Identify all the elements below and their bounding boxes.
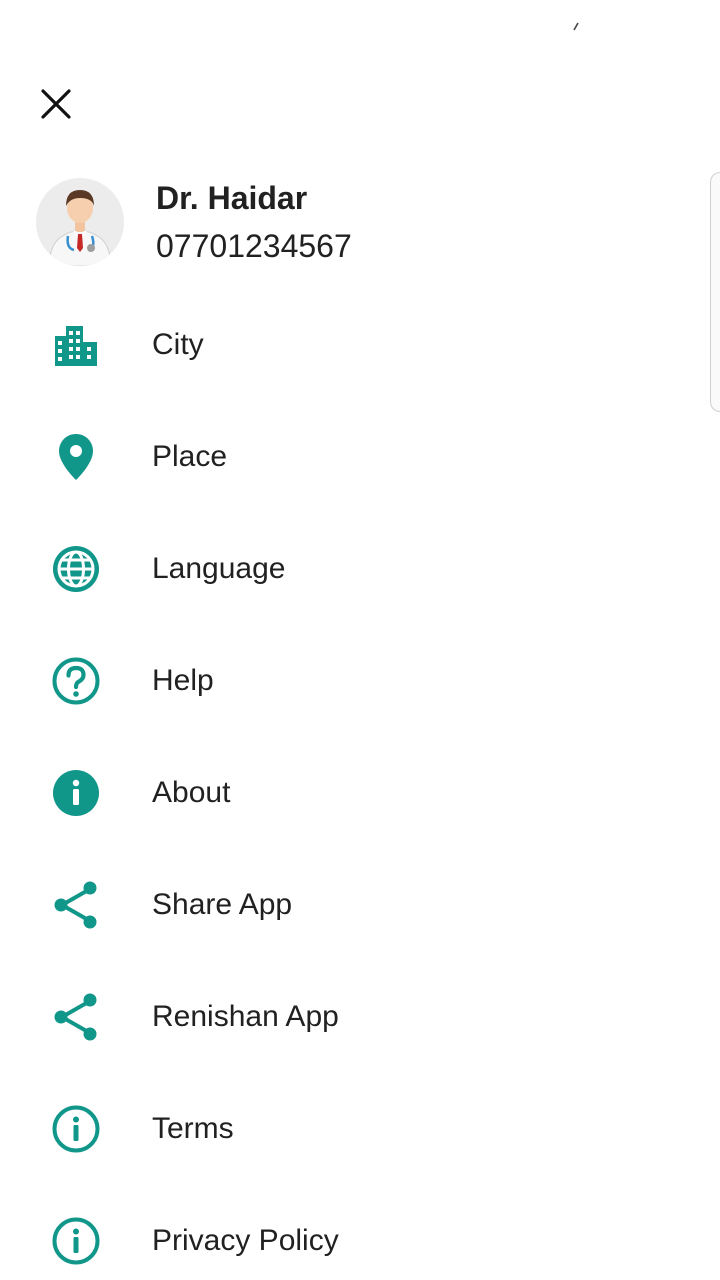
menu-item-renishan-app[interactable]: Renishan App bbox=[0, 961, 700, 1073]
close-icon bbox=[41, 89, 71, 119]
share-icon bbox=[50, 991, 102, 1043]
globe-icon bbox=[50, 543, 102, 595]
avatar bbox=[36, 178, 124, 266]
menu-item-share-app[interactable]: Share App bbox=[0, 849, 700, 961]
share-icon bbox=[50, 879, 102, 931]
navigation-drawer: Dr. Haidar 07701234567 City Place Langua… bbox=[0, 0, 720, 1280]
menu-label: Share App bbox=[152, 888, 293, 921]
menu-label: Privacy Policy bbox=[152, 1224, 339, 1257]
menu-label: City bbox=[152, 328, 204, 361]
menu-item-help[interactable]: Help bbox=[0, 625, 700, 737]
info-outline-icon bbox=[50, 1215, 102, 1267]
menu-label: Place bbox=[152, 440, 228, 473]
doctor-avatar-icon bbox=[36, 178, 124, 266]
info-filled-icon bbox=[50, 767, 102, 819]
profile-phone: 07701234567 bbox=[156, 228, 352, 264]
menu-item-terms[interactable]: Terms bbox=[0, 1073, 700, 1185]
menu-label: Language bbox=[152, 552, 286, 585]
user-profile[interactable]: Dr. Haidar 07701234567 bbox=[36, 178, 596, 270]
status-indicator-icon bbox=[573, 22, 579, 31]
menu-item-language[interactable]: Language bbox=[0, 513, 700, 625]
menu-label: Terms bbox=[152, 1112, 234, 1145]
close-button[interactable] bbox=[30, 78, 82, 130]
city-icon bbox=[50, 319, 102, 371]
menu-item-city[interactable]: City bbox=[0, 289, 700, 401]
menu-item-about[interactable]: About bbox=[0, 737, 700, 849]
location-pin-icon bbox=[50, 431, 102, 483]
edge-panel-handle[interactable] bbox=[710, 172, 720, 412]
menu-label: Renishan App bbox=[152, 1000, 339, 1033]
info-outline-icon bbox=[50, 1103, 102, 1155]
menu-label: Help bbox=[152, 664, 214, 697]
menu-item-place[interactable]: Place bbox=[0, 401, 700, 513]
help-circle-icon bbox=[50, 655, 102, 707]
drawer-menu: City Place Language Help About Share App… bbox=[0, 289, 700, 1280]
profile-name: Dr. Haidar bbox=[156, 180, 308, 216]
menu-item-privacy-policy[interactable]: Privacy Policy bbox=[0, 1185, 700, 1280]
menu-label: About bbox=[152, 776, 231, 809]
